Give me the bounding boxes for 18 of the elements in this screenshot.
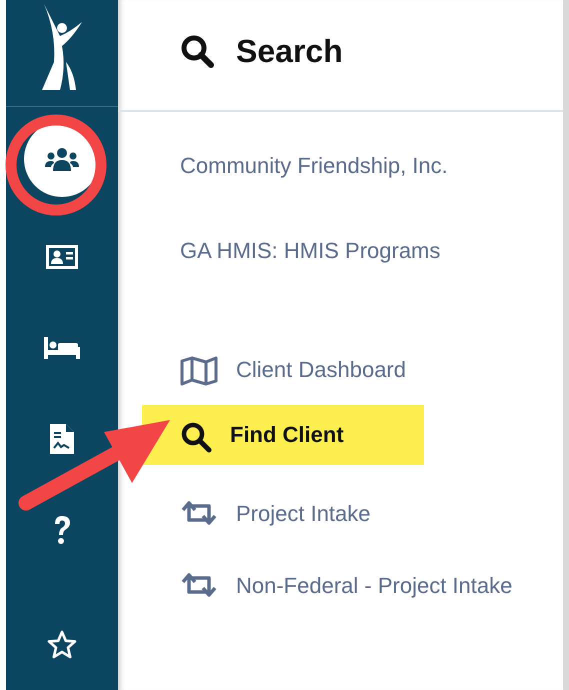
menu-item[interactable]: Project Intake	[142, 477, 411, 549]
search-icon	[180, 421, 212, 453]
menu-item[interactable]: Client Dashboard	[142, 333, 446, 405]
agency-link[interactable]: GA HMIS: HMIS Programs	[180, 238, 440, 264]
id-card-icon[interactable]	[46, 244, 78, 268]
bed-icon[interactable]	[44, 336, 80, 358]
menu-item[interactable]: Non-Federal - Project Intake	[142, 549, 552, 621]
search-icon	[180, 34, 214, 68]
menu-item[interactable]: Find Client	[142, 405, 424, 465]
map-icon	[180, 356, 218, 386]
panel-title: Search	[236, 32, 343, 70]
question-mark-icon[interactable]	[52, 514, 72, 544]
agency-link[interactable]: Community Friendship, Inc.	[180, 152, 448, 178]
exchange-icon	[180, 500, 218, 526]
exchange-icon	[180, 572, 218, 598]
document-icon[interactable]	[50, 424, 74, 454]
people-icon	[45, 147, 79, 171]
star-icon[interactable]	[47, 630, 77, 659]
